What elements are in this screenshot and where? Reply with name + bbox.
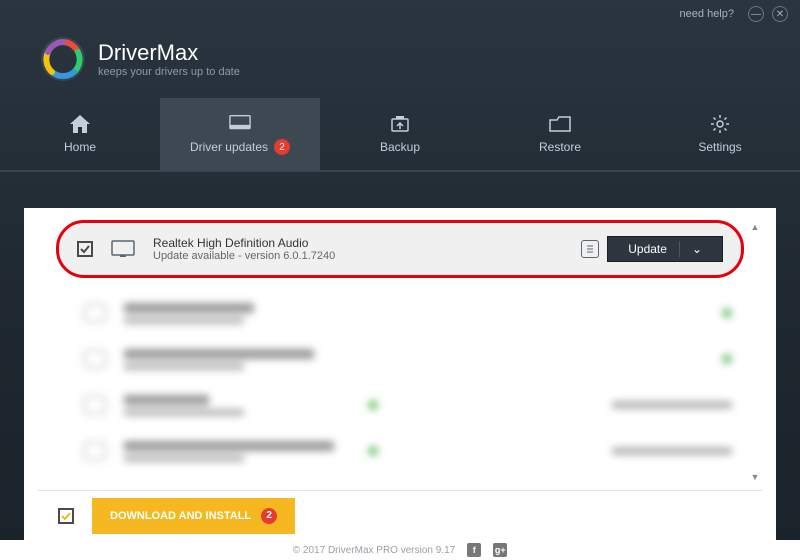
tab-label: Settings (698, 140, 741, 154)
tab-label: Home (64, 140, 96, 154)
main-tabs: Home Driver updates 2 Backup Restore Set… (0, 98, 800, 172)
update-button[interactable]: Update ⌄ (607, 236, 723, 262)
app-logo-icon (40, 36, 86, 82)
updates-icon (229, 113, 251, 133)
gear-icon (709, 114, 731, 134)
scroll-up-icon[interactable]: ▲ (748, 220, 762, 234)
backup-icon (389, 114, 411, 134)
app-subtitle: keeps your drivers up to date (98, 66, 240, 78)
updates-badge: 2 (274, 139, 290, 155)
select-all-checkbox[interactable] (58, 508, 74, 524)
details-icon[interactable] (581, 240, 599, 258)
driver-list: Realtek High Definition Audio Update ava… (38, 214, 762, 484)
home-icon (69, 114, 91, 134)
scrollbar[interactable]: ▲ ▼ (748, 220, 762, 484)
facebook-icon[interactable]: f (467, 543, 481, 557)
app-header: DriverMax keeps your drivers up to date (0, 28, 800, 98)
chevron-down-icon[interactable]: ⌄ (692, 242, 702, 256)
scroll-down-icon[interactable]: ▼ (748, 470, 762, 484)
footer: © 2017 DriverMax PRO version 9.17 f g+ (0, 540, 800, 560)
tab-restore[interactable]: Restore (480, 98, 640, 170)
driver-row-blurred (84, 384, 732, 426)
close-button[interactable]: ✕ (772, 6, 788, 22)
update-button-label: Update (628, 242, 667, 256)
tab-driver-updates[interactable]: Driver updates 2 (160, 98, 320, 170)
content-panel: Realtek High Definition Audio Update ava… (24, 208, 776, 540)
driver-status: Update available - version 6.0.1.7240 (153, 250, 581, 262)
bottom-bar: DOWNLOAD AND INSTALL 2 (38, 490, 762, 540)
download-badge: 2 (261, 508, 277, 524)
driver-name: Realtek High Definition Audio (153, 236, 581, 250)
driver-row-blurred (84, 430, 732, 472)
tab-label: Backup (380, 140, 420, 154)
copyright-text: © 2017 DriverMax PRO version 9.17 (293, 545, 455, 556)
tab-settings[interactable]: Settings (640, 98, 800, 170)
driver-row-blurred (84, 338, 732, 380)
tab-home[interactable]: Home (0, 98, 160, 170)
app-title: DriverMax (98, 40, 240, 66)
download-button-label: DOWNLOAD AND INSTALL (110, 510, 251, 522)
tab-label: Restore (539, 140, 581, 154)
button-divider (679, 241, 680, 257)
help-link[interactable]: need help? (680, 8, 734, 20)
minimize-button[interactable]: — (748, 6, 764, 22)
tab-label: Driver updates (190, 140, 268, 154)
monitor-icon (111, 240, 135, 258)
download-install-button[interactable]: DOWNLOAD AND INSTALL 2 (92, 498, 295, 534)
restore-icon (549, 114, 571, 134)
driver-row-highlighted: Realtek High Definition Audio Update ava… (56, 220, 744, 278)
driver-checkbox[interactable] (77, 241, 93, 257)
googleplus-icon[interactable]: g+ (493, 543, 507, 557)
driver-row-blurred (84, 292, 732, 334)
tab-backup[interactable]: Backup (320, 98, 480, 170)
